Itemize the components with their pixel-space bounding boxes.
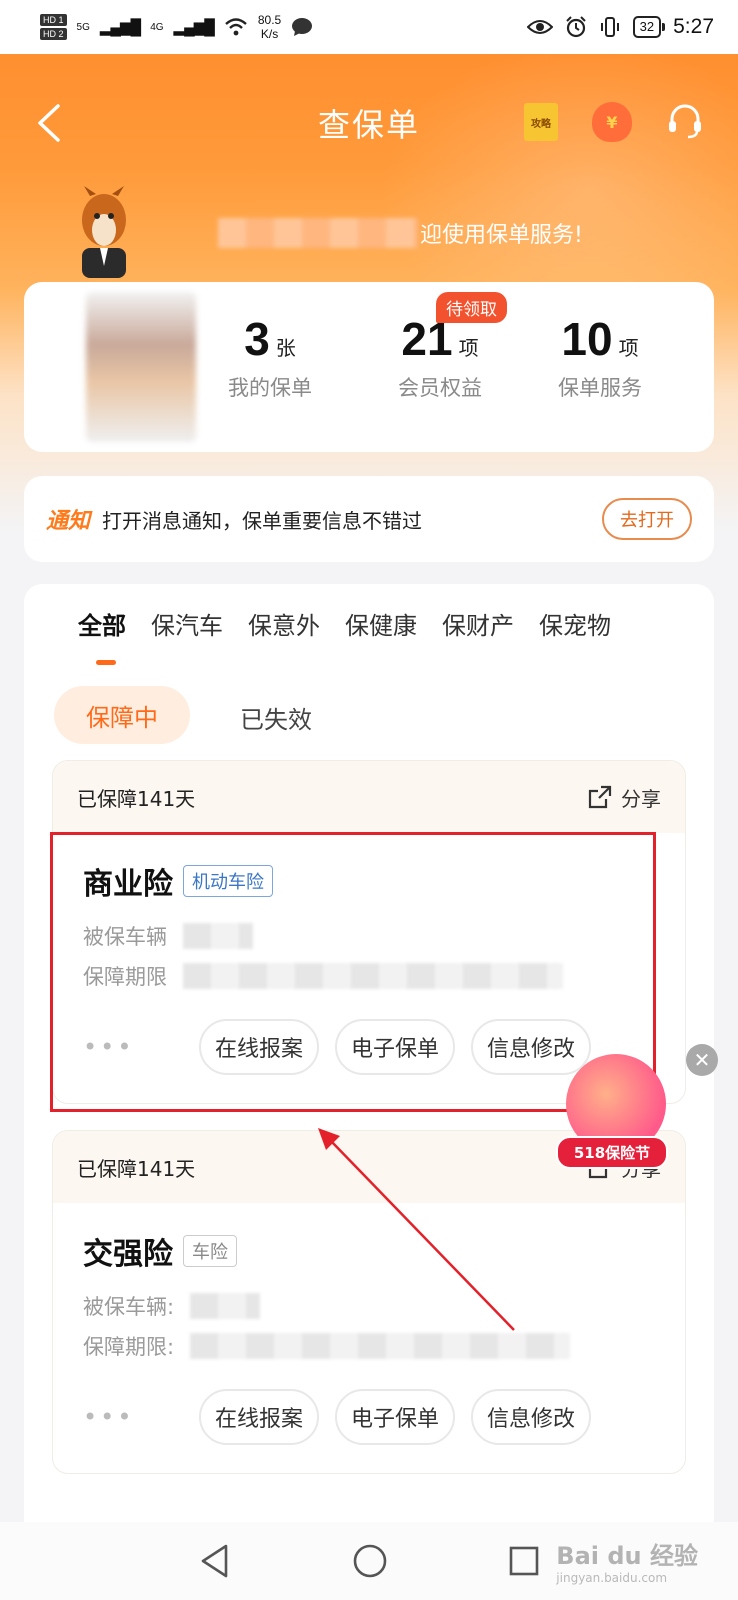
promo-float[interactable]: 518保险节 <box>556 1054 676 1194</box>
annotation-arrow <box>318 1128 515 1331</box>
promo-label: 518保险节 <box>556 1136 668 1169</box>
nav-back-icon[interactable] <box>198 1543 232 1579</box>
nav-recents-icon[interactable] <box>508 1545 540 1577</box>
watermark-url: jingyan.baidu.com <box>556 1571 668 1585</box>
watermark-brand: Bai du 经验 <box>556 1542 698 1570</box>
close-icon[interactable]: ✕ <box>686 1044 718 1076</box>
watermark: Bai du 经验 jingyan.baidu.com <box>556 1536 698 1585</box>
nav-home-icon[interactable] <box>352 1543 388 1579</box>
